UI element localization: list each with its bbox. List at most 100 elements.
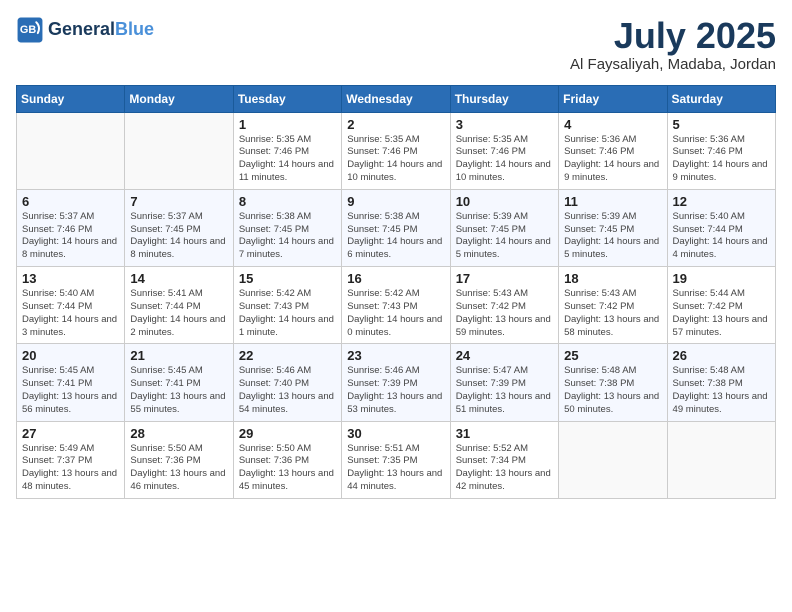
calendar-body: 1 Sunrise: 5:35 AM Sunset: 7:46 PM Daylig… [17,112,776,498]
calendar-cell: 20Sunrise: 5:45 AM Sunset: 7:41 PM Dayli… [17,344,125,421]
day-detail: Sunrise: 5:39 AM Sunset: 7:45 PM Dayligh… [456,211,553,262]
day-number: 14 [130,271,227,286]
day-number: 4 [564,117,661,132]
day-number: 21 [130,348,227,363]
calendar-cell: 4 Sunrise: 5:36 AM Sunset: 7:46 PM Daylig… [559,112,667,189]
day-number: 10 [456,194,553,209]
location: Al Faysaliyah, Madaba, Jordan [570,56,776,73]
day-detail: Sunrise: 5:35 AM Sunset: 7:46 PM Dayligh… [456,134,553,185]
calendar-cell: 29Sunrise: 5:50 AM Sunset: 7:36 PM Dayli… [233,421,341,498]
calendar-cell: 31Sunrise: 5:52 AM Sunset: 7:34 PM Dayli… [450,421,558,498]
calendar-cell: 22 Sunrise: 5:46 AM Sunset: 7:40 PM Dayli… [233,344,341,421]
weekday-header-cell: Wednesday [342,85,450,112]
day-detail: Sunrise: 5:40 AM Sunset: 7:44 PM Dayligh… [673,211,770,262]
calendar-cell: 23 Sunrise: 5:46 AM Sunset: 7:39 PM Dayli… [342,344,450,421]
day-number: 9 [347,194,444,209]
day-number: 16 [347,271,444,286]
calendar-week-row: 6 Sunrise: 5:37 AM Sunset: 7:46 PM Daylig… [17,189,776,266]
weekday-header-cell: Friday [559,85,667,112]
calendar-cell: 27 Sunrise: 5:49 AM Sunset: 7:37 PM Dayli… [17,421,125,498]
day-detail: Sunrise: 5:36 AM Sunset: 7:46 PM Dayligh… [564,134,661,185]
calendar-cell: 7 Sunrise: 5:37 AM Sunset: 7:45 PM Daylig… [125,189,233,266]
weekday-header-cell: Thursday [450,85,558,112]
day-number: 26 [673,348,770,363]
day-number: 3 [456,117,553,132]
calendar-cell: 1 Sunrise: 5:35 AM Sunset: 7:46 PM Daylig… [233,112,341,189]
calendar-cell: 19Sunrise: 5:44 AM Sunset: 7:42 PM Dayli… [667,267,775,344]
day-detail: Sunrise: 5:43 AM Sunset: 7:42 PM Dayligh… [564,288,661,339]
calendar-cell: 11Sunrise: 5:39 AM Sunset: 7:45 PM Dayli… [559,189,667,266]
calendar-cell: 14 Sunrise: 5:41 AM Sunset: 7:44 PM Dayli… [125,267,233,344]
calendar-cell: 12 Sunrise: 5:40 AM Sunset: 7:44 PM Dayli… [667,189,775,266]
day-number: 2 [347,117,444,132]
day-number: 19 [673,271,770,286]
day-number: 30 [347,426,444,441]
calendar-cell: 3 Sunrise: 5:35 AM Sunset: 7:46 PM Daylig… [450,112,558,189]
calendar-week-row: 13Sunrise: 5:40 AM Sunset: 7:44 PM Dayli… [17,267,776,344]
calendar-cell: 15Sunrise: 5:42 AM Sunset: 7:43 PM Dayli… [233,267,341,344]
weekday-header-cell: Monday [125,85,233,112]
calendar-cell: 17 Sunrise: 5:43 AM Sunset: 7:42 PM Dayli… [450,267,558,344]
weekday-header-cell: Tuesday [233,85,341,112]
day-detail: Sunrise: 5:35 AM Sunset: 7:46 PM Dayligh… [347,134,444,185]
day-detail: Sunrise: 5:38 AM Sunset: 7:45 PM Dayligh… [347,211,444,262]
calendar-cell: 13Sunrise: 5:40 AM Sunset: 7:44 PM Dayli… [17,267,125,344]
day-number: 7 [130,194,227,209]
calendar-cell: 24Sunrise: 5:47 AM Sunset: 7:39 PM Dayli… [450,344,558,421]
logo: GB GeneralBlue [16,16,154,44]
day-number: 17 [456,271,553,286]
calendar-cell: 5Sunrise: 5:36 AM Sunset: 7:46 PM Daylig… [667,112,775,189]
day-detail: Sunrise: 5:52 AM Sunset: 7:34 PM Dayligh… [456,443,553,494]
calendar-cell: 8Sunrise: 5:38 AM Sunset: 7:45 PM Daylig… [233,189,341,266]
calendar-cell [17,112,125,189]
day-detail: Sunrise: 5:42 AM Sunset: 7:43 PM Dayligh… [239,288,336,339]
day-number: 25 [564,348,661,363]
calendar-cell: 28Sunrise: 5:50 AM Sunset: 7:36 PM Dayli… [125,421,233,498]
calendar-cell [125,112,233,189]
day-number: 12 [673,194,770,209]
calendar-cell: 30 Sunrise: 5:51 AM Sunset: 7:35 PM Dayli… [342,421,450,498]
calendar-cell: 2 Sunrise: 5:35 AM Sunset: 7:46 PM Daylig… [342,112,450,189]
day-detail: Sunrise: 5:37 AM Sunset: 7:46 PM Dayligh… [22,211,119,262]
weekday-header-cell: Sunday [17,85,125,112]
day-detail: Sunrise: 5:49 AM Sunset: 7:37 PM Dayligh… [22,443,119,494]
day-number: 27 [22,426,119,441]
day-detail: Sunrise: 5:48 AM Sunset: 7:38 PM Dayligh… [564,365,661,416]
page-header: GB GeneralBlue July 2025 Al Faysaliyah, … [16,16,776,73]
day-detail: Sunrise: 5:46 AM Sunset: 7:39 PM Dayligh… [347,365,444,416]
day-detail: Sunrise: 5:37 AM Sunset: 7:45 PM Dayligh… [130,211,227,262]
day-detail: Sunrise: 5:50 AM Sunset: 7:36 PM Dayligh… [239,443,336,494]
calendar-cell: 18 Sunrise: 5:43 AM Sunset: 7:42 PM Dayli… [559,267,667,344]
calendar-cell: 6 Sunrise: 5:37 AM Sunset: 7:46 PM Daylig… [17,189,125,266]
day-number: 11 [564,194,661,209]
day-detail: Sunrise: 5:43 AM Sunset: 7:42 PM Dayligh… [456,288,553,339]
day-number: 8 [239,194,336,209]
weekday-header-cell: Saturday [667,85,775,112]
day-detail: Sunrise: 5:47 AM Sunset: 7:39 PM Dayligh… [456,365,553,416]
calendar-cell: 26 Sunrise: 5:48 AM Sunset: 7:38 PM Dayli… [667,344,775,421]
day-detail: Sunrise: 5:35 AM Sunset: 7:46 PM Dayligh… [239,134,336,185]
day-number: 28 [130,426,227,441]
day-number: 18 [564,271,661,286]
day-number: 23 [347,348,444,363]
calendar-cell [559,421,667,498]
day-number: 22 [239,348,336,363]
calendar-cell: 21Sunrise: 5:45 AM Sunset: 7:41 PM Dayli… [125,344,233,421]
day-detail: Sunrise: 5:41 AM Sunset: 7:44 PM Dayligh… [130,288,227,339]
day-number: 13 [22,271,119,286]
svg-text:GB: GB [20,24,36,36]
day-detail: Sunrise: 5:48 AM Sunset: 7:38 PM Dayligh… [673,365,770,416]
day-number: 1 [239,117,336,132]
day-detail: Sunrise: 5:51 AM Sunset: 7:35 PM Dayligh… [347,443,444,494]
title-block: July 2025 Al Faysaliyah, Madaba, Jordan [570,16,776,73]
day-number: 6 [22,194,119,209]
calendar-table: SundayMondayTuesdayWednesdayThursdayFrid… [16,85,776,499]
calendar-cell: 9 Sunrise: 5:38 AM Sunset: 7:45 PM Daylig… [342,189,450,266]
day-number: 5 [673,117,770,132]
logo-text: GeneralBlue [48,20,154,40]
day-detail: Sunrise: 5:45 AM Sunset: 7:41 PM Dayligh… [22,365,119,416]
calendar-cell: 10 Sunrise: 5:39 AM Sunset: 7:45 PM Dayli… [450,189,558,266]
calendar-week-row: 27 Sunrise: 5:49 AM Sunset: 7:37 PM Dayli… [17,421,776,498]
day-detail: Sunrise: 5:46 AM Sunset: 7:40 PM Dayligh… [239,365,336,416]
month-title: July 2025 [570,16,776,56]
